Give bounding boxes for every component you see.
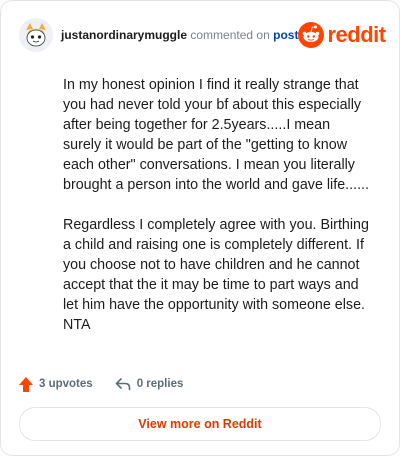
snoo-avatar-icon bbox=[19, 18, 53, 52]
reddit-wordmark: reddit bbox=[327, 22, 386, 47]
view-more-button[interactable]: View more on Reddit bbox=[19, 407, 381, 441]
upvote-button[interactable]: 3 upvotes bbox=[19, 376, 93, 392]
replies-button[interactable]: 0 replies bbox=[115, 377, 184, 391]
user-avatar[interactable] bbox=[19, 18, 53, 52]
upvote-arrow-icon bbox=[19, 376, 33, 392]
upvote-count: 3 upvotes bbox=[39, 378, 93, 390]
reply-arrow-icon bbox=[115, 378, 130, 391]
comment-paragraph-1: In my honest opinion I find it really st… bbox=[63, 77, 369, 193]
reddit-logo-icon bbox=[298, 22, 325, 48]
comment-footer: 3 upvotes 0 replies bbox=[19, 373, 205, 395]
byline: justanordinarymuggle commented on post bbox=[61, 28, 298, 42]
comment-body: In my honest opinion I find it really st… bbox=[63, 75, 371, 355]
action-text: commented on bbox=[190, 28, 270, 42]
post-link[interactable]: post bbox=[273, 28, 298, 42]
comment-paragraph-2: Regardless I completely agree with you. … bbox=[63, 217, 369, 333]
reply-count: 0 replies bbox=[136, 378, 184, 390]
username-link[interactable]: justanordinarymuggle bbox=[61, 28, 187, 42]
reddit-brand[interactable]: reddit bbox=[298, 22, 386, 48]
embed-card: justanordinarymuggle commented on post r… bbox=[0, 0, 400, 456]
comment-header: justanordinarymuggle commented on post r… bbox=[19, 15, 386, 55]
